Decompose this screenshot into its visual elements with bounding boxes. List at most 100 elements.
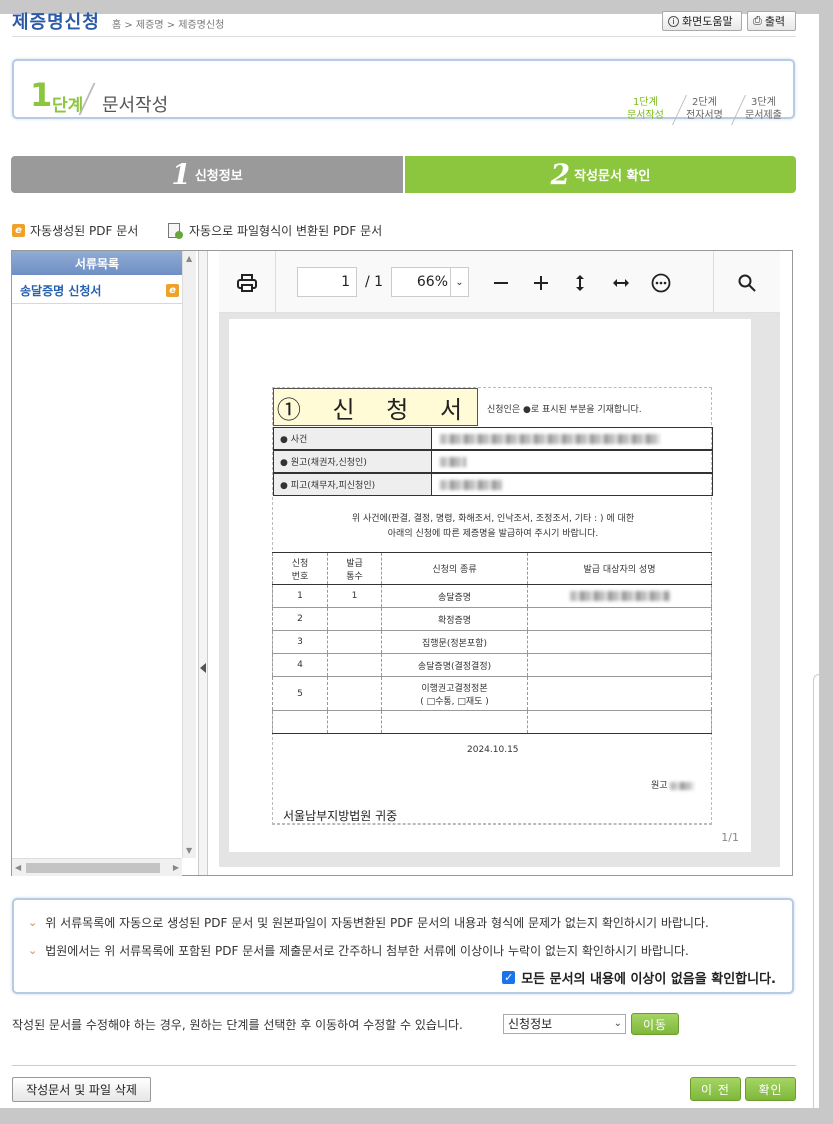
tab-number: 2 (550, 158, 571, 191)
notice-text: 위 서류목록에 자동으로 생성된 PDF 문서 및 원본파일이 자동변환된 PD… (45, 916, 709, 930)
breadcrumb: 홈 > 제증명 > 제증명신청 (112, 20, 225, 31)
print-button-label: 출력 (764, 15, 786, 28)
form-row-value (432, 451, 712, 472)
form-row-label: ● 사건 (274, 428, 432, 449)
request-table: 신청 번호 발급 통수 신청의 종류 발급 대상자의 성명 1 1 송달증명 2… (272, 552, 712, 734)
chevron-down-icon[interactable]: ⌄ (450, 268, 468, 296)
zoom-out-icon[interactable] (490, 272, 512, 294)
document-text-1: 위 사건에(판결, 결정, 명령, 화해조서, 인낙조서, 조정조서, 기타 :… (351, 514, 635, 524)
mini-step-num: 1단계 (633, 97, 658, 108)
form-bottom-border (272, 823, 712, 824)
auto-pdf-icon: e (12, 224, 25, 237)
table-row (272, 710, 712, 734)
scrollbar-thumb[interactable] (26, 863, 160, 873)
toolbar-divider (275, 251, 276, 313)
confirm-label[interactable]: 모든 문서의 내용에 이상이 없음을 확인합니다. (521, 968, 776, 987)
print-icon[interactable] (236, 272, 258, 294)
table-cell (327, 630, 382, 654)
collapse-arrow-icon[interactable] (200, 663, 206, 673)
prev-button[interactable]: 이 전 (690, 1077, 741, 1101)
table-cell: 3 (272, 630, 328, 654)
footer-divider (12, 1065, 796, 1066)
confirm-button[interactable]: 확인 (745, 1077, 796, 1101)
step-title: 문서작성 (102, 95, 169, 116)
table-header-cell: 발급 통수 (327, 552, 382, 585)
mini-step-1: 1단계 문서작성 (627, 96, 664, 122)
mini-step-2: 2단계 전자서명 (686, 96, 723, 122)
redacted-text (440, 479, 502, 490)
search-icon[interactable] (736, 272, 758, 294)
converted-pdf-icon (168, 223, 183, 239)
redacted-text (440, 433, 660, 444)
table-header-cell: 신청의 종류 (381, 552, 528, 585)
table-cell (327, 653, 382, 677)
confirm-checkbox-row[interactable]: ✓ 모든 문서의 내용에 이상이 없음을 확인합니다. (502, 968, 776, 987)
pdf-page: ① 신 청 서 신청인은 ●로 표시된 부분을 기재합니다. ● 사건 ● 원고… (229, 319, 751, 852)
page-number-input[interactable]: 1 (297, 267, 357, 297)
notice-text: 법원에서는 위 서류목록에 포함된 PDF 문서를 제출문서로 간주하니 첨부한… (45, 944, 689, 958)
auto-pdf-icon: e (166, 284, 179, 297)
redacted-text (440, 456, 466, 467)
page-total: / 1 (365, 274, 384, 290)
document-date: 2024.10.15 (467, 745, 519, 755)
document-viewer-frame: 서류목록 송달증명 신청서 e ▲ ▼ ◀ ▶ 1 / 1 66% ⌄ ① 신 … (11, 250, 793, 876)
table-cell: 1 (272, 584, 328, 608)
page-edge (813, 674, 819, 1114)
form-row-plaintiff: ● 원고(채권자,신청인) (273, 450, 713, 473)
table-cell (381, 710, 528, 734)
doc-list-vertical-scrollbar[interactable]: ▲ ▼ (182, 251, 196, 858)
table-header-cell: 발급 대상자의 성명 (527, 552, 712, 585)
table-cell: 집행문(정본포함) (381, 630, 528, 654)
table-cell (527, 710, 712, 734)
print-button[interactable]: ⎙ 출력 (747, 11, 796, 31)
scroll-up-icon[interactable]: ▲ (186, 254, 192, 263)
step-number: 1 (30, 76, 53, 114)
help-button[interactable]: i 화면도움말 (662, 11, 742, 31)
mini-step-3: 3단계 문서제출 (745, 96, 782, 122)
zoom-select[interactable]: 66% ⌄ (391, 267, 469, 297)
pane-splitter[interactable] (198, 251, 208, 875)
mini-step-divider (672, 95, 687, 125)
table-cell: 송달증명(결정결정) (381, 653, 528, 677)
move-button[interactable]: 이동 (631, 1013, 679, 1035)
fit-height-icon[interactable] (569, 272, 591, 294)
confirm-checkbox[interactable]: ✓ (502, 971, 516, 984)
table-cell: 4 (272, 653, 328, 677)
table-cell (527, 584, 712, 608)
table-cell (327, 607, 382, 631)
zoom-in-icon[interactable] (530, 272, 552, 294)
step-indicator: 1 단계 문서작성 1단계 문서작성 2단계 전자서명 3단계 문서제출 (12, 59, 795, 125)
modify-instruction: 작성된 문서를 수정해야 하는 경우, 원하는 단계를 선택한 후 이동하여 수… (12, 1018, 463, 1032)
more-options-icon[interactable] (650, 272, 672, 294)
notice-item: ⌄ 위 서류목록에 자동으로 생성된 PDF 문서 및 원본파일이 자동변환된 … (28, 914, 709, 931)
tab-application-info[interactable]: 1 신청정보 (11, 156, 403, 193)
tab-label: 신청정보 (194, 169, 243, 184)
step-select[interactable]: 신청정보 ⌄ (503, 1014, 626, 1034)
doc-list-item[interactable]: 송달증명 신청서 e (12, 277, 182, 304)
scroll-down-icon[interactable]: ▼ (186, 846, 192, 855)
printer-icon: ⎙ (753, 14, 762, 27)
fit-width-icon[interactable] (610, 272, 632, 294)
form-row-value (432, 428, 712, 449)
table-cell: 이행권고결정정본 ( □수통, □재도 ) (381, 676, 528, 711)
table-cell: 5 (272, 676, 328, 711)
scroll-right-icon[interactable]: ▶ (173, 863, 179, 872)
tab-document-check[interactable]: 2 작성문서 확인 (405, 156, 796, 193)
legend-auto-label: 자동생성된 PDF 문서 (30, 224, 139, 238)
page: 제증명신청 홈 > 제증명 > 제증명신청 i 화면도움말 ⎙ 출력 1 단계 … (0, 11, 819, 1114)
doc-list-horizontal-scrollbar[interactable]: ◀ ▶ (12, 858, 182, 876)
table-cell: 송달증명 (381, 584, 528, 608)
mini-step-num: 3단계 (751, 97, 776, 108)
form-row-case: ● 사건 (273, 427, 713, 450)
mini-step-num: 2단계 (692, 97, 717, 108)
document-title-note: 신청인은 ●로 표시된 부분을 기재합니다. (487, 405, 642, 415)
pdf-page-area[interactable]: ① 신 청 서 신청인은 ●로 표시된 부분을 기재합니다. ● 사건 ● 원고… (219, 313, 780, 867)
chevron-down-icon: ⌄ (28, 916, 38, 929)
table-header-cell: 신청 번호 (272, 552, 328, 585)
chevron-down-icon: ⌄ (613, 1018, 622, 1029)
scroll-left-icon[interactable]: ◀ (15, 863, 21, 872)
table-cell (527, 676, 712, 711)
delete-documents-button[interactable]: 작성문서 및 파일 삭제 (12, 1077, 151, 1102)
form-row-label: ● 원고(채권자,신청인) (274, 451, 432, 472)
document-title: ① 신 청 서 (273, 388, 478, 426)
